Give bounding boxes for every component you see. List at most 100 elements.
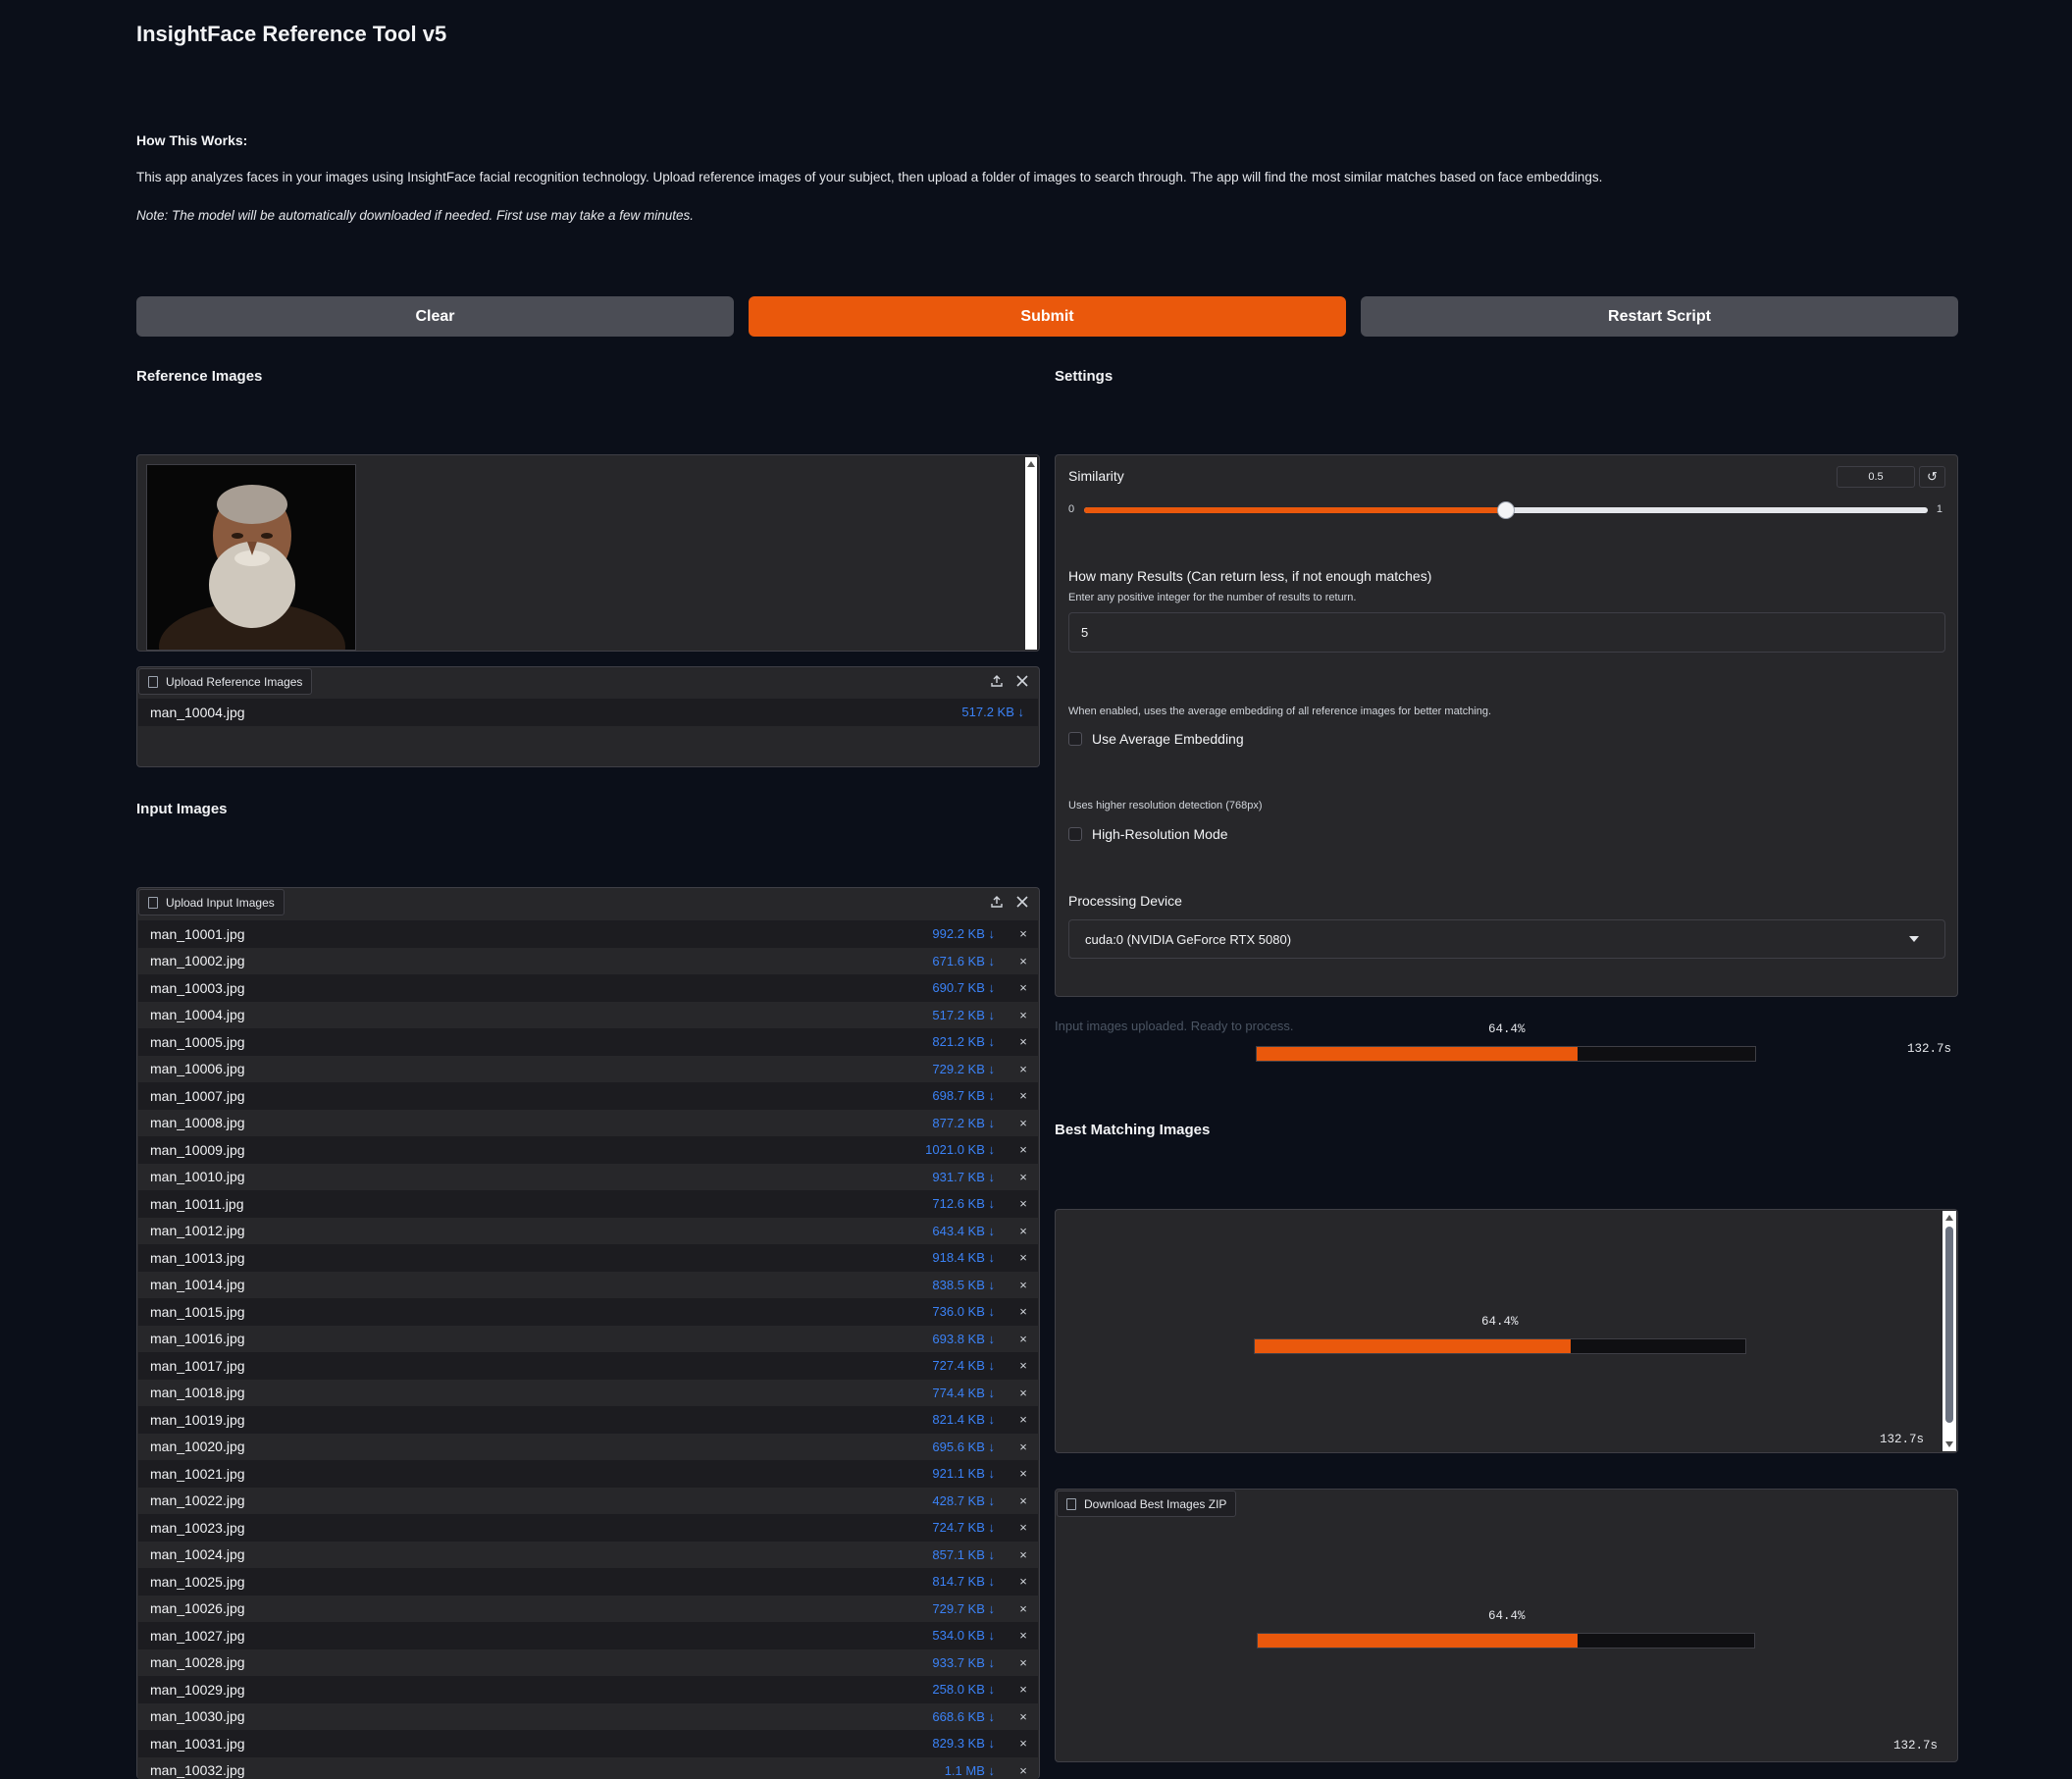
remove-file-icon[interactable]: × — [1009, 980, 1038, 995]
list-item: man_10007.jpg 698.7 KB ↓ × — [138, 1082, 1038, 1110]
file-size-link[interactable]: 829.3 KB ↓ — [932, 1736, 995, 1751]
remove-file-icon[interactable]: × — [1009, 1034, 1038, 1049]
reference-upload-panel[interactable]: Upload Reference Images man_10004.jpg 51… — [136, 666, 1040, 767]
average-embedding-checkbox[interactable] — [1068, 732, 1082, 746]
file-size-link[interactable]: 695.6 KB ↓ — [932, 1439, 995, 1454]
file-size-link[interactable]: 724.7 KB ↓ — [932, 1520, 995, 1535]
file-name: man_10012.jpg — [150, 1223, 245, 1239]
submit-button[interactable]: Submit — [749, 296, 1346, 337]
remove-file-icon[interactable]: × — [1009, 1547, 1038, 1562]
remove-file-icon[interactable]: × — [1009, 1196, 1038, 1211]
results-count-input[interactable]: 5 — [1068, 612, 1945, 653]
best-gallery-scrollbar[interactable] — [1942, 1211, 1956, 1451]
reset-icon[interactable]: ↺ — [1919, 466, 1945, 488]
file-size-link[interactable]: 821.2 KB ↓ — [932, 1034, 995, 1049]
file-name: man_10004.jpg — [150, 704, 245, 720]
remove-file-icon[interactable]: × — [1009, 1709, 1038, 1724]
remove-file-icon[interactable]: × — [1009, 1655, 1038, 1670]
file-size-link[interactable]: 690.7 KB ↓ — [932, 980, 995, 995]
remove-file-icon[interactable]: × — [1009, 1304, 1038, 1319]
file-size-link[interactable]: 921.1 KB ↓ — [932, 1466, 995, 1481]
remove-file-icon[interactable]: × — [1009, 1493, 1038, 1508]
remove-file-icon[interactable]: × — [1009, 1170, 1038, 1184]
file-size-link[interactable]: 992.2 KB ↓ — [932, 926, 995, 941]
remove-file-icon[interactable]: × — [1009, 1439, 1038, 1454]
remove-file-icon[interactable]: × — [1009, 1062, 1038, 1076]
input-upload-panel[interactable]: Upload Input Images man_10001.jpg 992.2 K… — [136, 887, 1040, 1779]
remove-file-icon[interactable]: × — [1009, 1142, 1038, 1157]
file-size-link[interactable]: 933.7 KB ↓ — [932, 1655, 995, 1670]
remove-file-icon[interactable]: × — [1009, 1520, 1038, 1535]
file-size-link[interactable]: 774.4 KB ↓ — [932, 1386, 995, 1400]
remove-file-icon[interactable]: × — [1009, 1278, 1038, 1292]
device-label: Processing Device — [1068, 893, 1182, 909]
file-size-link[interactable]: 643.4 KB ↓ — [932, 1224, 995, 1238]
remove-file-icon[interactable]: × — [1009, 1386, 1038, 1400]
file-name: man_10020.jpg — [150, 1439, 245, 1455]
remove-file-icon[interactable]: × — [1009, 1628, 1038, 1643]
similarity-slider[interactable] — [1084, 501, 1928, 519]
remove-file-icon[interactable]: × — [1009, 1250, 1038, 1265]
remove-file-icon[interactable]: × — [1009, 1736, 1038, 1751]
remove-file-icon[interactable]: × — [1009, 1224, 1038, 1238]
scroll-up-icon[interactable] — [1945, 1215, 1953, 1221]
file-size-link[interactable]: 838.5 KB ↓ — [932, 1278, 995, 1292]
close-icon[interactable] — [1011, 891, 1033, 913]
remove-file-icon[interactable]: × — [1009, 1088, 1038, 1103]
file-size-link[interactable]: 428.7 KB ↓ — [932, 1493, 995, 1508]
gallery-scrollbar[interactable] — [1025, 457, 1037, 650]
remove-file-icon[interactable]: × — [1009, 1466, 1038, 1481]
remove-file-icon[interactable]: × — [1009, 1116, 1038, 1130]
highres-checkbox-row[interactable]: High-Resolution Mode — [1068, 826, 1228, 842]
file-size-link[interactable]: 693.8 KB ↓ — [932, 1332, 995, 1346]
file-size-link[interactable]: 931.7 KB ↓ — [932, 1170, 995, 1184]
average-info: When enabled, uses the average embedding… — [1068, 706, 1492, 717]
file-size-link[interactable]: 727.4 KB ↓ — [932, 1358, 995, 1373]
file-size-link[interactable]: 517.2 KB ↓ — [932, 1008, 995, 1022]
file-size-link[interactable]: 1021.0 KB ↓ — [925, 1142, 995, 1157]
scroll-up-icon[interactable] — [1027, 461, 1035, 467]
file-size-link[interactable]: 729.2 KB ↓ — [932, 1062, 995, 1076]
remove-file-icon[interactable]: × — [1009, 1358, 1038, 1373]
list-item: man_10022.jpg 428.7 KB ↓ × — [138, 1487, 1038, 1514]
remove-file-icon[interactable]: × — [1009, 1601, 1038, 1616]
file-size-link[interactable]: 857.1 KB ↓ — [932, 1547, 995, 1562]
file-size-link[interactable]: 534.0 KB ↓ — [932, 1628, 995, 1643]
remove-file-icon[interactable]: × — [1009, 1682, 1038, 1697]
remove-file-icon[interactable]: × — [1009, 1574, 1038, 1589]
file-size-link[interactable]: 736.0 KB ↓ — [932, 1304, 995, 1319]
highres-checkbox[interactable] — [1068, 827, 1082, 841]
average-embedding-checkbox-row[interactable]: Use Average Embedding — [1068, 731, 1244, 747]
file-size-link[interactable]: 877.2 KB ↓ — [932, 1116, 995, 1130]
similarity-number-input[interactable]: 0.5 — [1837, 466, 1915, 488]
similarity-slider-thumb[interactable] — [1497, 501, 1515, 519]
remove-file-icon[interactable]: × — [1009, 1008, 1038, 1022]
remove-file-icon[interactable]: × — [1009, 1332, 1038, 1346]
remove-file-icon[interactable]: × — [1009, 954, 1038, 968]
file-name: man_10023.jpg — [150, 1519, 245, 1536]
file-size-link[interactable]: 729.7 KB ↓ — [932, 1601, 995, 1616]
file-size-link[interactable]: 918.4 KB ↓ — [932, 1250, 995, 1265]
remove-file-icon[interactable]: × — [1009, 1412, 1038, 1427]
file-size-link[interactable]: 821.4 KB ↓ — [932, 1412, 995, 1427]
file-size-link[interactable]: 258.0 KB ↓ — [932, 1682, 995, 1697]
reference-thumbnail[interactable] — [146, 464, 356, 651]
upload-icon[interactable] — [986, 670, 1008, 692]
device-select[interactable]: cuda:0 (NVIDIA GeForce RTX 5080) — [1068, 919, 1945, 959]
file-size-link[interactable]: 671.6 KB ↓ — [932, 954, 995, 968]
remove-file-icon[interactable]: × — [1009, 1763, 1038, 1778]
remove-file-icon[interactable]: × — [1009, 926, 1038, 941]
file-size-link[interactable]: 698.7 KB ↓ — [932, 1088, 995, 1103]
file-name: man_10018.jpg — [150, 1385, 245, 1401]
upload-icon[interactable] — [986, 891, 1008, 913]
file-size-link[interactable]: 668.6 KB ↓ — [932, 1709, 995, 1724]
scrollbar-thumb[interactable] — [1945, 1227, 1953, 1423]
clear-button[interactable]: Clear — [136, 296, 734, 337]
file-size-link[interactable]: 814.7 KB ↓ — [932, 1574, 995, 1589]
file-size-link[interactable]: 712.6 KB ↓ — [932, 1196, 995, 1211]
file-size-link[interactable]: 517.2 KB ↓ — [961, 705, 1024, 719]
scroll-down-icon[interactable] — [1945, 1441, 1953, 1447]
close-icon[interactable] — [1011, 670, 1033, 692]
file-size-link[interactable]: 1.1 MB ↓ — [945, 1763, 995, 1778]
restart-script-button[interactable]: Restart Script — [1361, 296, 1958, 337]
